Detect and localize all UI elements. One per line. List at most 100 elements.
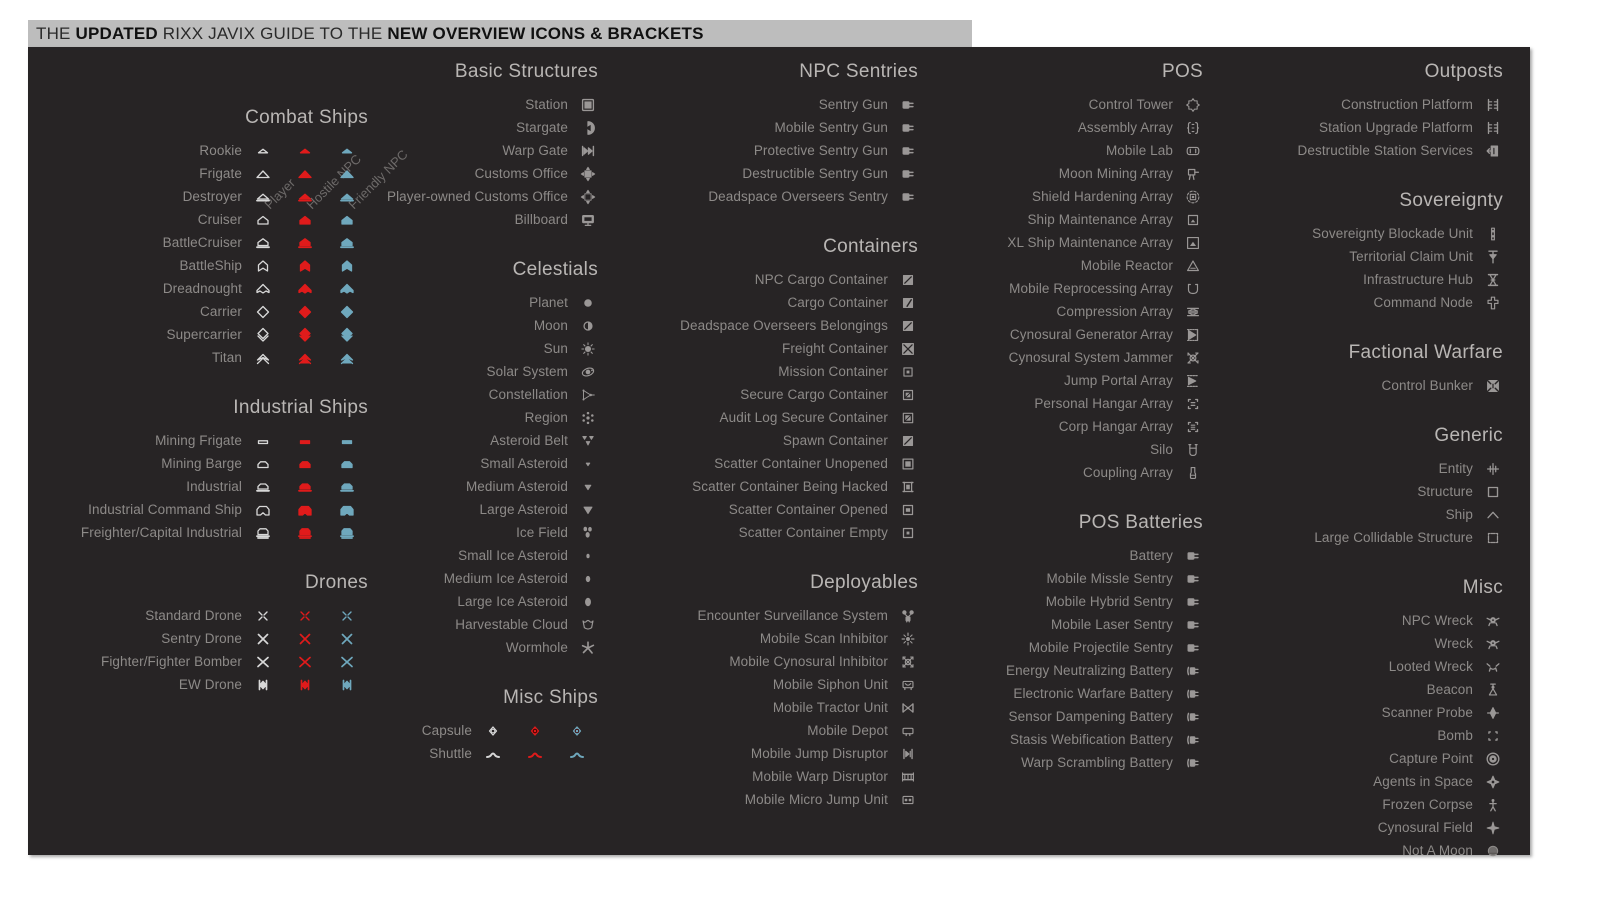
icon-label: Small Ice Asteroid (458, 548, 568, 563)
icon-label: Territorial Claim Unit (1349, 249, 1473, 264)
overview-icon (1183, 95, 1203, 115)
icon-friendly (326, 325, 368, 345)
overview-icon (1183, 661, 1203, 681)
icon-row: Bomb (1223, 724, 1503, 747)
icon-label: Fighter/Fighter Bomber (100, 654, 242, 669)
icon-label: Dreadnought (162, 281, 242, 296)
icon-label: Not A Moon (1402, 843, 1473, 858)
overview-icon (1483, 270, 1503, 290)
icon-row: Asteroid Belt (368, 429, 598, 452)
icon-row: Mobile Missle Sentry (938, 567, 1203, 590)
icon-label: Freight Container (781, 341, 888, 356)
icon-label: Mobile Hybrid Sentry (1045, 594, 1173, 609)
overview-icon (1183, 638, 1203, 658)
icon-row: Large Asteroid (368, 498, 598, 521)
icon-player (242, 500, 284, 520)
icon-row: Looted Wreck (1223, 655, 1503, 678)
overview-icon (898, 523, 918, 543)
icon-row: Mobile Scan Inhibitor (628, 627, 918, 650)
icon-row: Infrastructure Hub (1223, 268, 1503, 291)
icon-row: Mobile Micro Jump Unit (628, 788, 918, 811)
icon-label: Supercarrier (166, 327, 242, 342)
overview-icon (578, 316, 598, 336)
icon-label: Freighter/Capital Industrial (80, 525, 242, 540)
icon-row: Constellation (368, 383, 598, 406)
icon-player (242, 164, 284, 184)
overview-icon (1183, 730, 1203, 750)
icon-label: Battery (1129, 548, 1173, 563)
section-drones: Drones Standard Drone Sentry Drone Fighter/… (28, 572, 368, 722)
icon-friendly (326, 233, 368, 253)
icon-label: Wreck (1434, 636, 1473, 651)
overview-icon (1483, 482, 1503, 502)
icon-label: Planet (529, 295, 568, 310)
icon-label: Compression Array (1056, 304, 1173, 319)
overview-icon (1483, 818, 1503, 838)
section-title: NPC Sentries (799, 61, 918, 82)
icon-row: Freight Container (628, 337, 918, 360)
overview-icon (898, 187, 918, 207)
icon-row: Destructible Sentry Gun (628, 162, 918, 185)
icon-player (242, 675, 284, 695)
icon-label: Industrial (186, 479, 242, 494)
icon-row: Destroyer (28, 185, 368, 208)
icon-row: Encounter Surveillance System (628, 604, 918, 627)
overview-icon (578, 569, 598, 589)
icon-row: Electronic Warfare Battery (938, 682, 1203, 705)
overview-icon (898, 454, 918, 474)
section-title: POS Batteries (1078, 512, 1203, 533)
icon-row: Billboard (368, 208, 598, 231)
title-banner: THE UPDATED RIXX JAVIX GUIDE TO THE NEW … (28, 20, 972, 48)
icon-label: Mobile Laser Sentry (1051, 617, 1173, 632)
overview-icon (1483, 795, 1503, 815)
icon-row: Frigate (28, 162, 368, 185)
icon-label: Carrier (200, 304, 242, 319)
overview-icon (898, 118, 918, 138)
icon-row: Cynosural Generator Array (938, 323, 1203, 346)
column-pos: POS Control Tower Assembly Array Mobile Lab… (938, 61, 1203, 802)
icon-player (242, 523, 284, 543)
icon-row: EW Drone (28, 673, 368, 696)
overview-icon (1483, 772, 1503, 792)
icon-friendly (326, 164, 368, 184)
icon-row: Scatter Container Being Hacked (628, 475, 918, 498)
overview-icon (1183, 325, 1203, 345)
icon-friendly (326, 210, 368, 230)
icon-label: Constellation (488, 387, 568, 402)
section-combat-ships: Combat Ships Rookie Frigate Destroyer Cruise… (28, 107, 368, 395)
icon-row: Station (368, 93, 598, 116)
icon-player (242, 454, 284, 474)
section-title: POS (1161, 61, 1203, 82)
section-sovereignty: Sovereignty Sovereignty Blockade Unit Terr… (1223, 190, 1503, 340)
section-title: Misc Ships (503, 687, 598, 708)
icon-label: Mobile Depot (807, 723, 888, 738)
icon-hostile (284, 325, 326, 345)
icon-row: Ship Maintenance Array (938, 208, 1203, 231)
icon-hostile (284, 629, 326, 649)
icon-player (242, 477, 284, 497)
icon-player (242, 141, 284, 161)
overview-icon (1183, 463, 1203, 483)
icon-label: Mobile Projectile Sentry (1028, 640, 1173, 655)
icon-row: Cruiser (28, 208, 368, 231)
icon-hostile (284, 187, 326, 207)
banner-mid: RIXX JAVIX GUIDE TO THE (157, 24, 388, 43)
section-title: Outposts (1424, 61, 1503, 82)
icon-row: Mobile Lab (938, 139, 1203, 162)
icon-friendly (326, 348, 368, 368)
icon-label: Sentry Gun (818, 97, 888, 112)
icon-label: Player-owned Customs Office (386, 189, 568, 204)
icon-player (242, 652, 284, 672)
icon-row: Audit Log Secure Container (628, 406, 918, 429)
overview-icon (578, 408, 598, 428)
icon-row: Sentry Drone (28, 627, 368, 650)
overview-icon (898, 606, 918, 626)
icon-hostile (284, 256, 326, 276)
icon-label: Mobile Tractor Unit (772, 700, 888, 715)
icon-label: Mobile Siphon Unit (772, 677, 888, 692)
section-title: Drones (304, 572, 368, 593)
